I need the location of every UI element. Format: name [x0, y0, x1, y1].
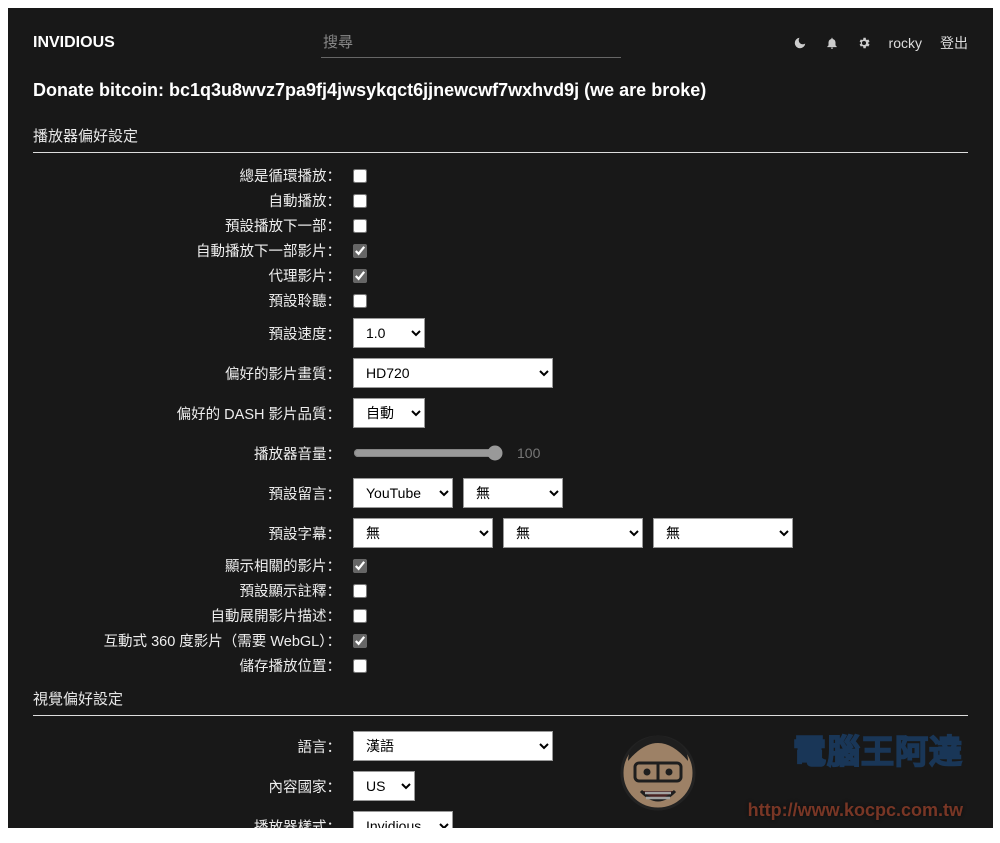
label-expand-desc: 自動展開影片描述：	[33, 605, 353, 626]
brand-logo[interactable]: INVIDIOUS	[33, 34, 293, 52]
label-autoplay: 自動播放：	[33, 190, 353, 211]
label-lang: 語言：	[33, 736, 353, 757]
label-vr: 互動式 360 度影片（需要 WebGL）：	[33, 630, 353, 651]
label-region: 內容國家：	[33, 776, 353, 797]
donate-banner: Donate bitcoin: bc1q3u8wvz7pa9fj4jwsykqc…	[8, 70, 993, 121]
label-related: 顯示相關的影片：	[33, 555, 353, 576]
select-comments-1[interactable]: YouTube	[353, 478, 453, 508]
checkbox-autoplay[interactable]	[353, 194, 367, 208]
select-quality[interactable]: HD720	[353, 358, 553, 388]
topbar-right: rocky 登出	[793, 33, 968, 53]
checkbox-always-loop[interactable]	[353, 169, 367, 183]
label-always-loop: 總是循環播放：	[33, 165, 353, 186]
label-preload-next: 預設播放下一部：	[33, 215, 353, 236]
checkbox-vr[interactable]	[353, 634, 367, 648]
label-quality: 偏好的影片畫質：	[33, 363, 353, 384]
app-frame: INVIDIOUS rocky 登出 Donate bitcoin: bc1q3…	[8, 8, 993, 828]
divider	[33, 715, 968, 716]
checkbox-listen[interactable]	[353, 294, 367, 308]
search-input[interactable]	[321, 28, 621, 58]
label-save-pos: 儲存播放位置：	[33, 655, 353, 676]
select-speed[interactable]: 1.0	[353, 318, 425, 348]
checkbox-related[interactable]	[353, 559, 367, 573]
label-player-style: 播放器樣式：	[33, 816, 353, 829]
label-speed: 預設速度：	[33, 323, 353, 344]
label-volume: 播放器音量：	[33, 443, 353, 464]
checkbox-save-pos[interactable]	[353, 659, 367, 673]
section-visual-title: 視覺偏好設定	[8, 684, 993, 715]
label-comments: 預設留言：	[33, 483, 353, 504]
select-captions-3[interactable]: 無	[653, 518, 793, 548]
label-annotations: 預設顯示註釋：	[33, 580, 353, 601]
select-captions-1[interactable]: 無	[353, 518, 493, 548]
slider-volume[interactable]	[353, 445, 503, 461]
section-player-title: 播放器偏好設定	[8, 121, 993, 152]
logout-link[interactable]: 登出	[940, 33, 968, 53]
label-dash-quality: 偏好的 DASH 影片品質：	[33, 403, 353, 424]
select-comments-2[interactable]: 無	[463, 478, 563, 508]
select-region[interactable]: US	[353, 771, 415, 801]
checkbox-annotations[interactable]	[353, 584, 367, 598]
select-player-style[interactable]: Invidious	[353, 811, 453, 828]
label-captions: 預設字幕：	[33, 523, 353, 544]
checkbox-preload-next[interactable]	[353, 219, 367, 233]
select-lang[interactable]: 漢語	[353, 731, 553, 761]
bell-icon[interactable]	[825, 36, 839, 50]
label-proxy: 代理影片：	[33, 265, 353, 286]
moon-icon[interactable]	[793, 36, 807, 50]
username-link[interactable]: rocky	[889, 35, 922, 51]
checkbox-expand-desc[interactable]	[353, 609, 367, 623]
select-captions-2[interactable]: 無	[503, 518, 643, 548]
gear-icon[interactable]	[857, 36, 871, 50]
volume-value: 100	[517, 445, 540, 461]
divider	[33, 152, 968, 153]
top-bar: INVIDIOUS rocky 登出	[8, 8, 993, 70]
select-dash-quality[interactable]: 自動	[353, 398, 425, 428]
label-autoplay-next: 自動播放下一部影片：	[33, 240, 353, 261]
checkbox-proxy[interactable]	[353, 269, 367, 283]
label-listen: 預設聆聽：	[33, 290, 353, 311]
checkbox-autoplay-next[interactable]	[353, 244, 367, 258]
